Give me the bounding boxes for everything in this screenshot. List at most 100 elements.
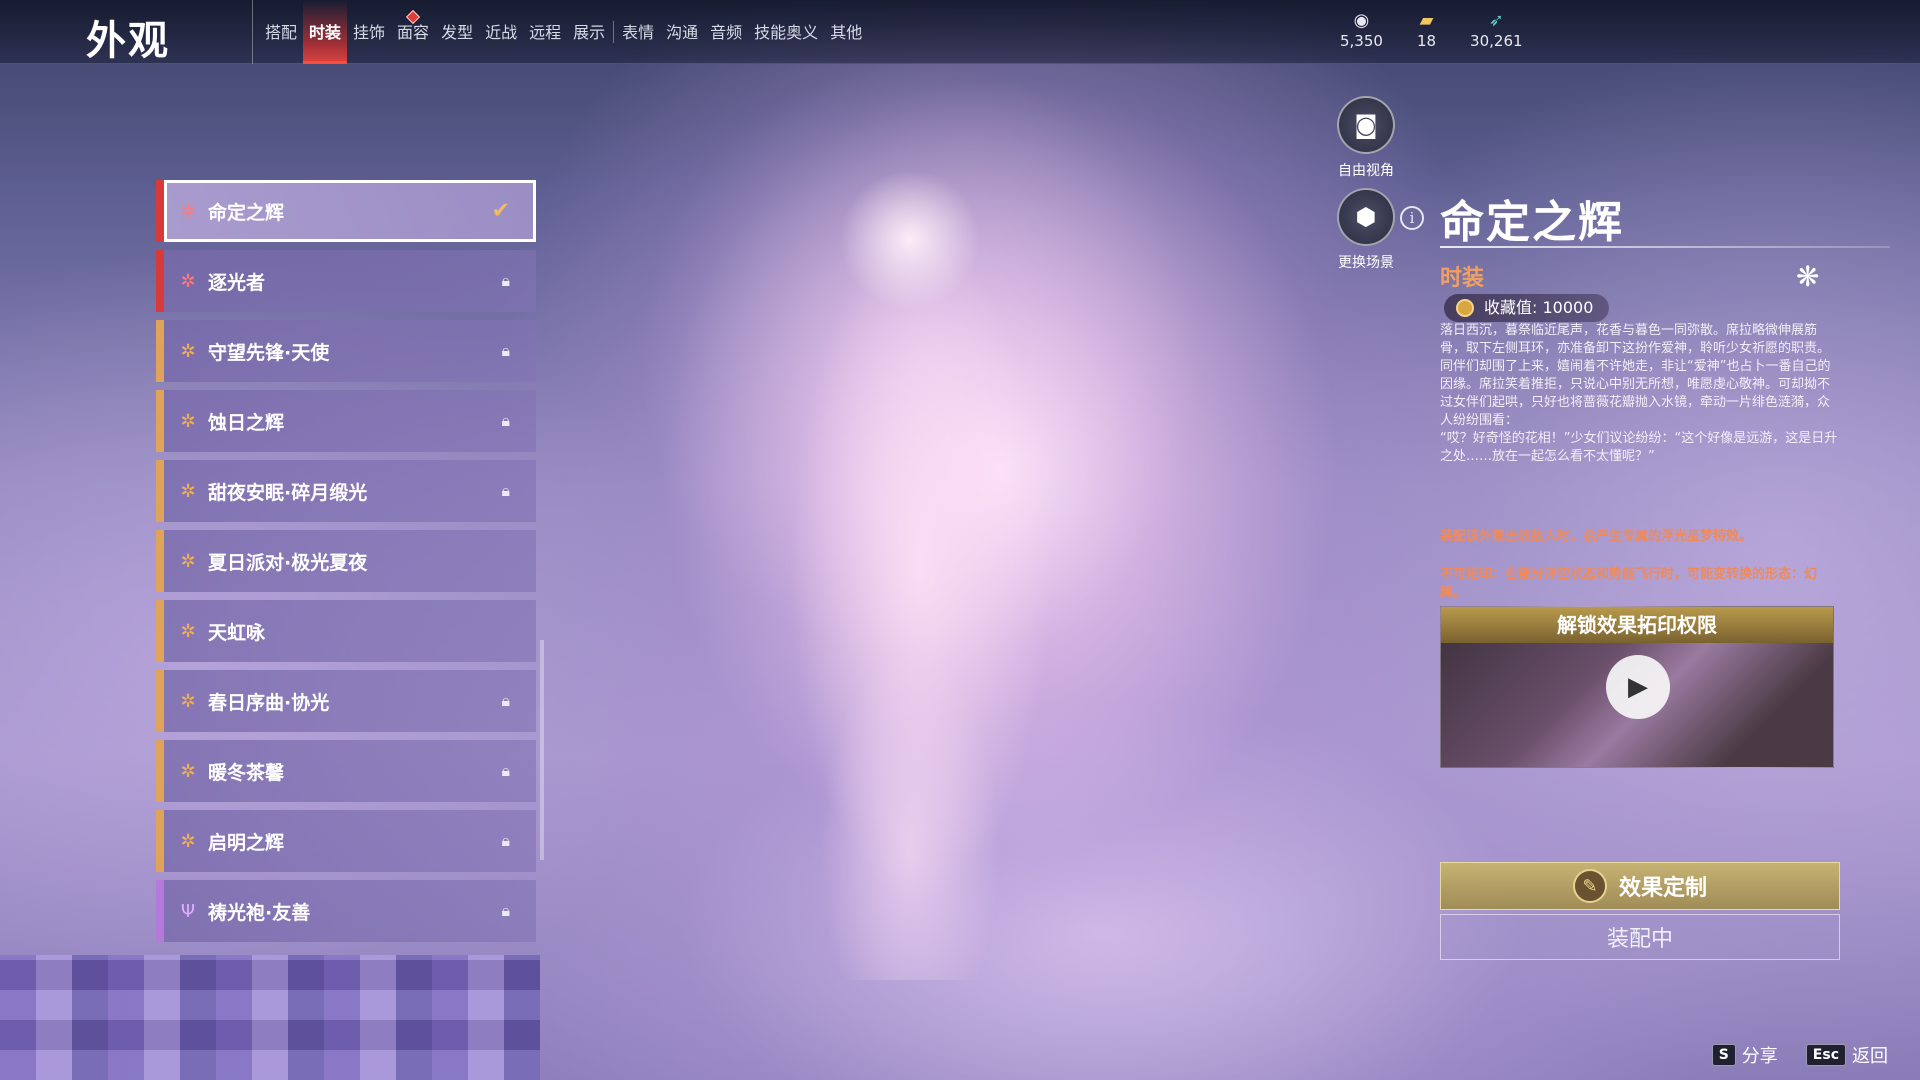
change-scene-button[interactable]: ⬢ 更换场景 [1316, 188, 1416, 272]
key-hints: S 分享 Esc 返回 [1711, 1042, 1888, 1068]
outfit-item[interactable]: ✲ 蚀日之辉 🔒︎ [156, 390, 536, 452]
tab-other[interactable]: 其他 [824, 0, 868, 64]
outfit-item[interactable]: ✲ 天虹咏 [156, 600, 536, 662]
equipped-button[interactable]: 装配中 [1440, 914, 1840, 960]
hint-label: 返回 [1852, 1046, 1888, 1067]
currency-feather-value: 30,261 [1470, 32, 1523, 50]
rarity-star-icon: ✲ [180, 690, 196, 712]
outfit-name: 春日序曲·协光 [208, 691, 330, 714]
currency-feather: ➶ 30,261 [1470, 10, 1523, 50]
wing-badge-icon: ❋ [1796, 260, 1820, 293]
title-divider [1440, 246, 1890, 248]
rarity-star-icon: ✲ [180, 410, 196, 432]
outfit-item[interactable]: ✲ 夏日派对·极光夏夜 [156, 530, 536, 592]
currency-gem-value: 5,350 [1340, 32, 1383, 50]
outfit-item[interactable]: ✲ 甜夜安眠·碎月缎光 🔒︎ [156, 460, 536, 522]
ticket-currency-icon: ▰ [1419, 10, 1434, 31]
tab-hairstyle[interactable]: 发型 [435, 0, 479, 64]
currency-display: ◉ 5,350 ▰ 18 ➶ 30,261 [1340, 10, 1523, 50]
rarity-star-icon: ✲ [180, 760, 196, 782]
rarity-star-icon: ✲ [180, 340, 196, 362]
key-cap: S [1711, 1044, 1736, 1066]
outfit-description: 落日西沉，暮祭临近尾声，花香与暮色一同弥散。席拉略微伸展筋骨，取下左侧耳环，亦准… [1440, 322, 1840, 466]
outfit-item[interactable]: ✲ 命定之辉 ✔ [156, 180, 536, 242]
outfit-name: 天虹咏 [208, 621, 266, 644]
outfit-title: 命定之辉 [1440, 197, 1624, 248]
currency-gem: ◉ 5,350 [1340, 10, 1383, 50]
change-scene-label: 更换场景 [1338, 255, 1394, 271]
tab-accessory[interactable]: 挂饰 [347, 0, 391, 64]
free-view-button[interactable]: ◙ 自由视角 [1316, 96, 1416, 180]
gem-currency-icon: ◉ [1353, 10, 1370, 31]
feather-currency-icon: ➶ [1488, 10, 1504, 31]
outfit-item[interactable]: ✲ 春日序曲·协光 🔒︎ [156, 670, 536, 732]
outfit-name: 夏日派对·极光夏夜 [208, 551, 368, 574]
hint-label: 分享 [1741, 1046, 1778, 1067]
currency-ticket-value: 18 [1416, 32, 1437, 50]
effect-customize-button[interactable]: ✎ 效果定制 [1440, 862, 1840, 910]
tab-divider [613, 21, 615, 43]
effect-customize-label: 效果定制 [1618, 876, 1707, 901]
back-hint[interactable]: Esc 返回 [1805, 1042, 1888, 1068]
tab-communication[interactable]: 沟通 [660, 0, 704, 64]
lock-icon: 🔒︎ [501, 691, 510, 710]
lock-icon: 🔒︎ [501, 341, 510, 360]
outfit-name: 守望先锋·天使 [208, 341, 330, 364]
outfit-item[interactable]: ✲ 守望先锋·天使 🔒︎ [156, 320, 536, 382]
effect-preview-video[interactable]: 解锁效果拓印权限 ▶ [1440, 606, 1834, 768]
pixelated-region [0, 955, 540, 1080]
check-icon: ✔ [491, 198, 510, 224]
outfit-name: 命定之辉 [208, 201, 285, 224]
tab-ranged[interactable]: 远程 [523, 0, 567, 64]
tab-audio[interactable]: 音频 [704, 0, 748, 64]
outfit-item[interactable]: ✲ 逐光者 🔒︎ [156, 250, 536, 312]
character-model[interactable] [760, 150, 1080, 980]
free-view-label: 自由视角 [1338, 163, 1394, 179]
outfit-name: 甜夜安眠·碎月缎光 [208, 481, 368, 504]
outfit-category: 时装 [1440, 266, 1485, 291]
tab-face-label: 面容 [397, 23, 430, 42]
description-paragraph: 落日西沉，暮祭临近尾声，花香与暮色一同弥散。席拉略微伸展筋骨，取下左侧耳环，亦准… [1440, 323, 1831, 356]
lock-icon: 🔒︎ [501, 831, 510, 850]
effect-note: 装配该外观击败敌人时，会产生专属的浮光星梦特效。 [1440, 529, 1753, 544]
play-icon[interactable]: ▶ [1606, 655, 1670, 719]
outfit-item[interactable]: ✲ 暖冬茶馨 🔒︎ [156, 740, 536, 802]
rarity-star-icon: ✲ [180, 270, 196, 292]
lock-icon: 🔒︎ [501, 271, 510, 290]
rarity-y-icon: Ψ [180, 900, 196, 922]
outfit-list: ✲ 命定之辉 ✔ ✲ 逐光者 🔒︎ ✲ 守望先锋·天使 🔒︎ ✲ 蚀日之辉 🔒︎… [156, 180, 536, 950]
description-paragraph: “哎？好奇怪的花相！”少女们议论纷纷：“这个好像是远游，这是日升之处……放在一起… [1440, 431, 1838, 464]
outfit-list-scrollbar[interactable] [540, 640, 544, 860]
tab-skill-ultimate[interactable]: 技能奥义 [748, 0, 824, 64]
notice-dot-icon [405, 9, 421, 25]
unlock-imprint-title: 解锁效果拓印权限 [1441, 607, 1833, 643]
collection-value: 收藏值: 10000 [1484, 298, 1594, 317]
outfit-name: 逐光者 [208, 271, 266, 294]
page-title: 外观 [86, 18, 170, 64]
share-hint[interactable]: S 分享 [1711, 1042, 1778, 1068]
rarity-star-icon: ✲ [180, 830, 196, 852]
rarity-star-icon: ✲ [180, 480, 196, 502]
tab-display[interactable]: 展示 [567, 0, 611, 64]
tab-face[interactable]: 面容 [391, 0, 435, 64]
tab-fashion[interactable]: 时装 [303, 0, 348, 64]
description-paragraph: 同伴们却围了上来，嬉闹着不许她走，非让“爱神”也占卜一番自己的因缘。席拉笑着推拒… [1440, 359, 1831, 428]
outfit-name: 祷光袍·友善 [208, 901, 311, 924]
collection-value-badge: 收藏值: 10000 [1444, 294, 1610, 322]
wand-icon: ✎ [1572, 869, 1607, 903]
tab-emote[interactable]: 表情 [616, 0, 660, 64]
outfit-name: 暖冬茶馨 [208, 761, 285, 784]
collection-coin-icon [1456, 299, 1474, 317]
outfit-item[interactable]: Ψ 祷光袍·友善 🔒︎ [156, 880, 536, 942]
lock-icon: 🔒︎ [501, 411, 510, 430]
outfit-item[interactable]: ✲ 启明之辉 🔒︎ [156, 810, 536, 872]
tab-outfit-set[interactable]: 搭配 [259, 0, 303, 64]
rarity-star-icon: ✲ [180, 550, 196, 572]
tab-melee[interactable]: 近战 [479, 0, 523, 64]
cube-scene-icon: ⬢ [1337, 188, 1395, 246]
outfit-name: 启明之辉 [208, 831, 285, 854]
imprint-note: 不可拓印：在部分浮空状态和势能飞行时，可能变转换的形态：幻翼。 [1440, 567, 1818, 600]
key-cap: Esc [1805, 1044, 1846, 1066]
rarity-star-icon: ✲ [180, 620, 196, 642]
info-icon[interactable]: i [1400, 206, 1424, 230]
